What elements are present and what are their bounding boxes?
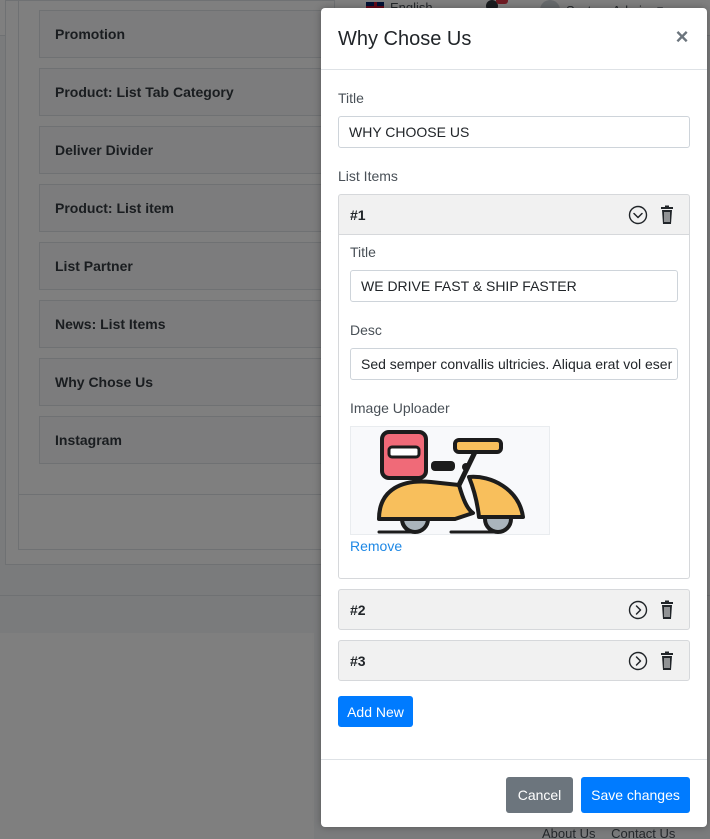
trash-icon[interactable] — [659, 651, 675, 671]
list-items-label: List Items — [338, 168, 398, 184]
trash-icon[interactable] — [659, 600, 675, 620]
title-label: Title — [338, 90, 364, 106]
item-desc-label: Desc — [350, 322, 382, 338]
item-title-input[interactable]: WE DRIVE FAST & SHIP FASTER — [350, 270, 678, 302]
list-item-header-2[interactable]: #2 — [338, 589, 690, 630]
cancel-button[interactable]: Cancel — [506, 777, 573, 813]
list-item-header-3[interactable]: #3 — [338, 640, 690, 681]
remove-image-link[interactable]: Remove — [350, 538, 402, 554]
trash-icon[interactable] — [659, 205, 675, 225]
modal-footer: Cancel Save changes — [321, 759, 707, 827]
close-icon[interactable]: × — [671, 26, 693, 48]
image-preview[interactable] — [350, 426, 550, 535]
chevron-right-circle-icon[interactable] — [628, 600, 648, 620]
item-desc-input[interactable]: Sed semper convallis ultricies. Aliqua e… — [350, 348, 678, 380]
modal-header: Why Chose Us × — [321, 8, 707, 70]
chevron-right-circle-icon[interactable] — [628, 651, 648, 671]
why-chose-us-modal: Why Chose Us × Title WHY CHOOSE US List … — [321, 8, 707, 827]
item-title-label: Title — [350, 244, 376, 260]
add-new-button[interactable]: Add New — [338, 696, 413, 727]
list-item-number: #2 — [350, 602, 366, 618]
list-item-number: #3 — [350, 653, 366, 669]
list-item-header-1[interactable]: #1 — [338, 194, 690, 235]
save-button[interactable]: Save changes — [581, 777, 690, 813]
title-input[interactable]: WHY CHOOSE US — [338, 116, 690, 148]
scooter-icon — [377, 430, 525, 534]
modal-title: Why Chose Us — [338, 28, 472, 50]
list-item-number: #1 — [350, 207, 366, 223]
image-uploader-label: Image Uploader — [350, 400, 450, 416]
chevron-down-circle-icon[interactable] — [628, 205, 648, 225]
